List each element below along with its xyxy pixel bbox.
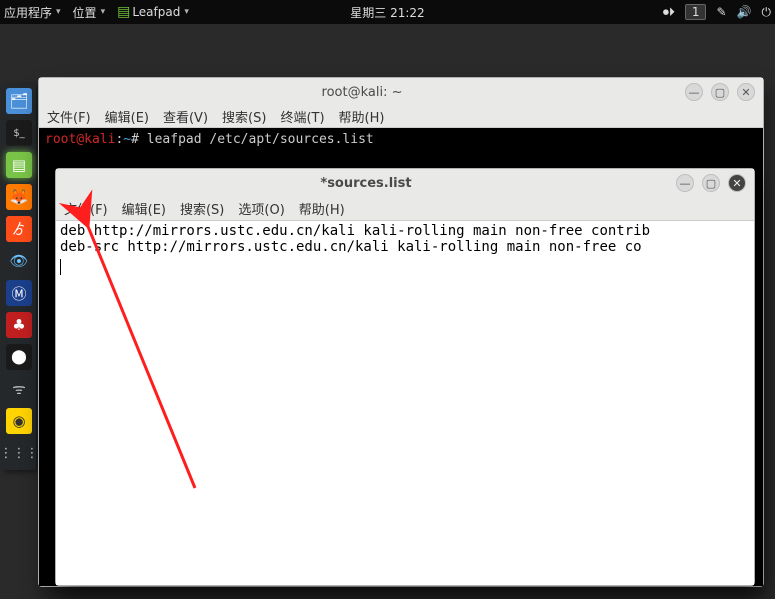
leafpad-icon: ▤ [117, 4, 130, 20]
leafpad-menu-options[interactable]: 选项(O) [238, 199, 284, 218]
close-button[interactable]: ✕ [728, 174, 746, 192]
minimize-button[interactable]: — [685, 83, 703, 101]
terminal-command: leafpad /etc/apt/sources.list [147, 132, 374, 147]
leafpad-menu-help[interactable]: 帮助(H) [299, 199, 345, 218]
terminal-menu-view[interactable]: 查看(V) [163, 107, 208, 126]
terminal-menu-search[interactable]: 搜索(S) [222, 107, 266, 126]
dock-metasploit-icon[interactable]: Ⓜ [6, 280, 32, 306]
places-label: 位置 [73, 4, 97, 21]
apps-menu[interactable]: 应用程序 ▾ [4, 4, 61, 21]
chevron-down-icon: ▾ [56, 7, 61, 17]
dock-idea-icon[interactable]: ◉ [6, 408, 32, 434]
clock-text: 星期三 21:22 [350, 6, 424, 20]
dock-files-icon[interactable]: 🗂 [6, 88, 32, 114]
terminal-menu-help[interactable]: 帮助(H) [339, 107, 385, 126]
top-panel: 应用程序 ▾ 位置 ▾ ▤ Leafpad ▾ 星期三 21:22 ⏺⏵ 1 ✎… [0, 0, 775, 24]
chevron-down-icon: ▾ [184, 7, 189, 17]
maximize-button[interactable]: ▢ [711, 83, 729, 101]
dock: 🗂 $_ ▤ 🦊 ゟ 👁 Ⓜ ♣ ⬤ ᯤ ◉ ⋮⋮⋮ [2, 84, 36, 470]
active-app-menu[interactable]: ▤ Leafpad ▾ [117, 4, 189, 20]
chevron-down-icon: ▾ [101, 7, 106, 17]
desktop: 🗂 $_ ▤ 🦊 ゟ 👁 Ⓜ ♣ ⬤ ᯤ ◉ ⋮⋮⋮ root@kali: ~ … [0, 24, 775, 599]
close-button[interactable]: ✕ [737, 83, 755, 101]
leafpad-titlebar[interactable]: *sources.list — ▢ ✕ [56, 169, 754, 197]
text-cursor [60, 259, 61, 275]
text-line: deb http://mirrors.ustc.edu.cn/kali kali… [60, 223, 650, 239]
dock-leafpad-icon[interactable]: ▤ [6, 152, 32, 178]
active-app-label: Leafpad [132, 5, 180, 19]
dock-firefox-icon[interactable]: 🦊 [6, 184, 32, 210]
places-menu[interactable]: 位置 ▾ [73, 4, 106, 21]
dock-record-icon[interactable]: ⬤ [6, 344, 32, 370]
leafpad-menu-file[interactable]: 文件(F) [64, 199, 108, 218]
terminal-menu-file[interactable]: 文件(F) [47, 107, 91, 126]
dock-cherrytree-icon[interactable]: ♣ [6, 312, 32, 338]
leafpad-title: *sources.list [56, 176, 676, 191]
leafpad-text-area[interactable]: deb http://mirrors.ustc.edu.cn/kali kali… [56, 221, 754, 585]
power-icon[interactable]: ⏻ [762, 5, 772, 20]
leafpad-menubar: 文件(F) 编辑(E) 搜索(S) 选项(O) 帮助(H) [56, 197, 754, 221]
maximize-button[interactable]: ▢ [702, 174, 720, 192]
dock-terminal-icon[interactable]: $_ [6, 120, 32, 146]
terminal-title: root@kali: ~ [39, 85, 685, 100]
minimize-button[interactable]: — [676, 174, 694, 192]
leafpad-menu-edit[interactable]: 编辑(E) [122, 199, 166, 218]
terminal-menu-terminal[interactable]: 终端(T) [280, 107, 324, 126]
dock-eye-icon[interactable]: 👁 [6, 248, 32, 274]
prompt-hash: # [131, 132, 139, 147]
clock[interactable]: 星期三 21:22 [350, 4, 424, 21]
leafpad-window: *sources.list — ▢ ✕ 文件(F) 编辑(E) 搜索(S) 选项… [55, 168, 755, 586]
terminal-titlebar[interactable]: root@kali: ~ — ▢ ✕ [39, 78, 763, 106]
apps-label: 应用程序 [4, 4, 52, 21]
dock-wifi-icon[interactable]: ᯤ [6, 376, 32, 402]
recorder-icon[interactable]: ⏺⏵ [663, 5, 675, 20]
dock-burp-icon[interactable]: ゟ [6, 216, 32, 242]
prompt-path: ~ [123, 132, 131, 147]
terminal-menu-edit[interactable]: 编辑(E) [105, 107, 149, 126]
prompt-user: root@kali [45, 132, 115, 147]
leafpad-menu-search[interactable]: 搜索(S) [180, 199, 224, 218]
volume-icon[interactable]: 🔊 [737, 5, 752, 19]
eyedropper-icon[interactable]: ✎ [716, 5, 726, 19]
workspace-badge[interactable]: 1 [685, 4, 707, 20]
text-line: deb-src http://mirrors.ustc.edu.cn/kali … [60, 239, 642, 255]
dock-apps-grid-icon[interactable]: ⋮⋮⋮ [6, 440, 32, 466]
terminal-menubar: 文件(F) 编辑(E) 查看(V) 搜索(S) 终端(T) 帮助(H) [39, 106, 763, 128]
